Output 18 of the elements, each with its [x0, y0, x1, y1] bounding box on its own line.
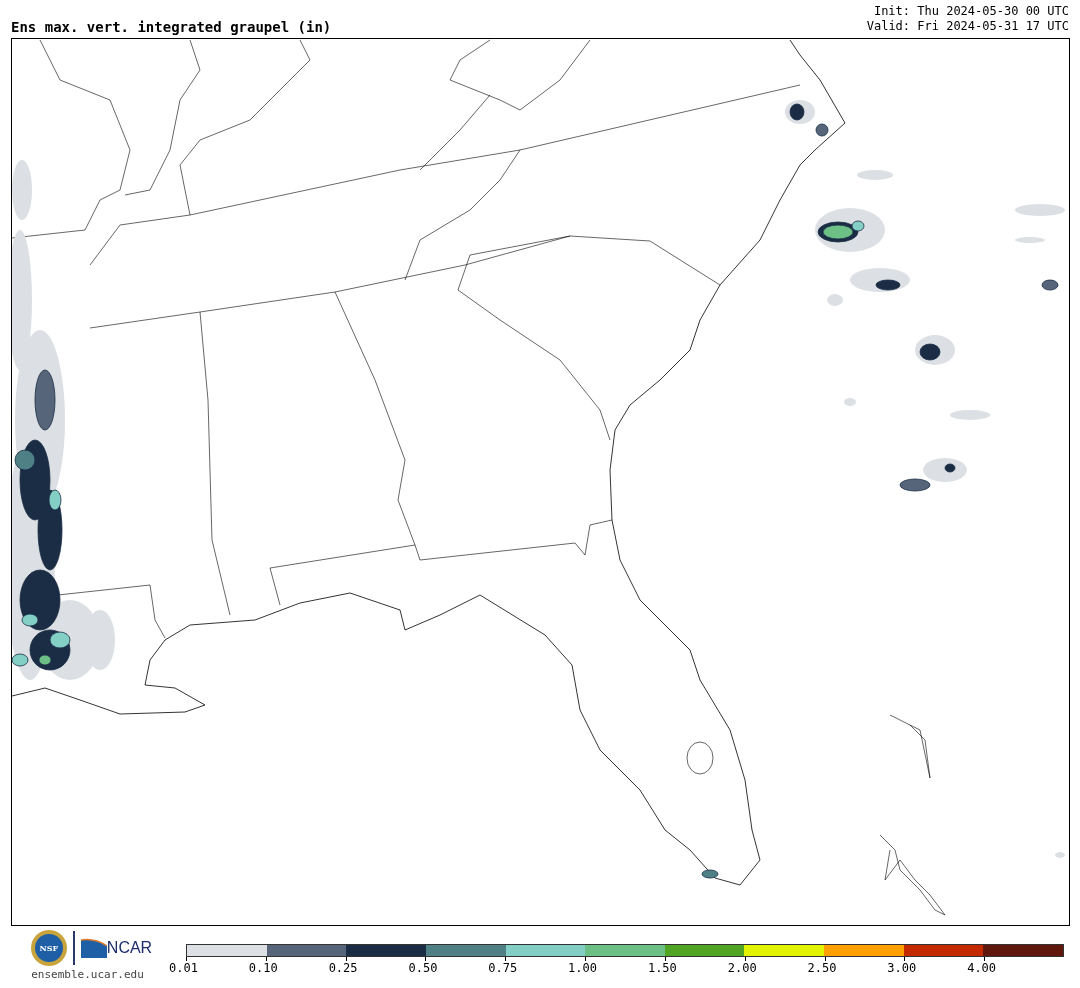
tick-label: 1.50 [647, 962, 677, 974]
seal-text: NSF [39, 942, 59, 954]
tick-label: 1.00 [568, 962, 597, 974]
ncar-logo-icon [80, 938, 107, 958]
chart-title: Ens max. vert. integrated graupel (in) [11, 20, 332, 34]
valid-time: Valid: Fri 2024-05-31 17 UTC [866, 19, 1069, 34]
tick-label: 4.00 [967, 962, 997, 974]
init-time: Init: Thu 2024-05-30 00 UTC [873, 4, 1069, 19]
tick-label: 0.10 [248, 962, 278, 974]
tick-label: 0.01 [169, 962, 198, 974]
tick-label: 0.25 [328, 962, 358, 974]
website-url: ensemble.ucar.edu [31, 967, 144, 983]
ncar-wordmark: NCAR [106, 938, 153, 958]
tick-label: 2.50 [807, 962, 837, 974]
tick-label: 0.75 [488, 962, 518, 974]
tick-label: 3.00 [887, 962, 917, 974]
tick-label: 0.50 [408, 962, 438, 974]
tick-label: 2.00 [727, 962, 757, 974]
